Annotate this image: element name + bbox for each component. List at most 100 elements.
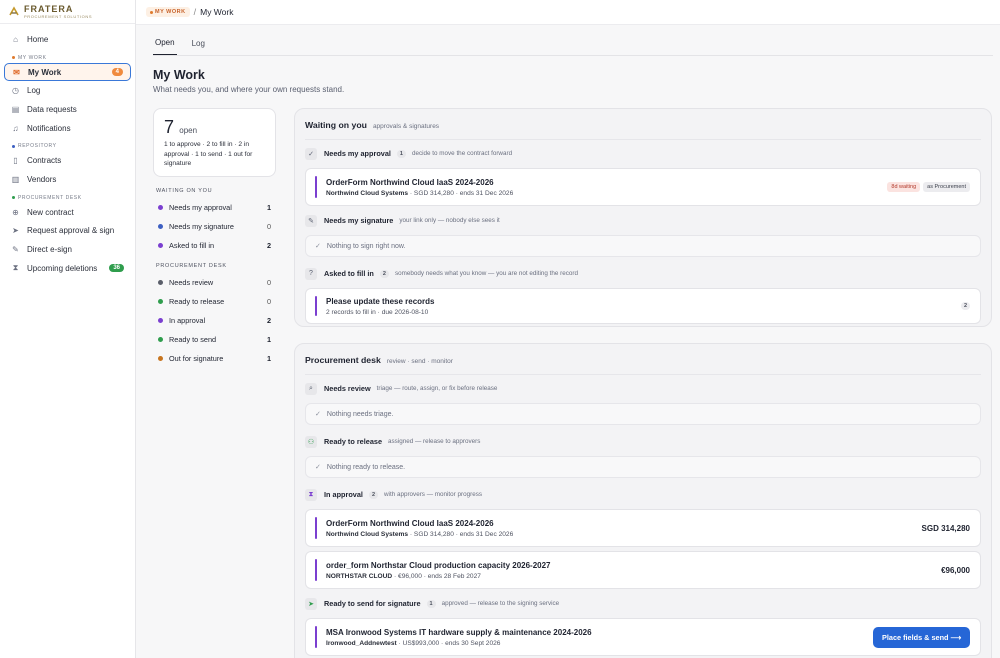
clipboard-icon: ▤ xyxy=(11,104,20,114)
tab-bar: Open Log xyxy=(153,25,993,56)
group-needs-signature[interactable]: ✎ Needs my signature your link only — no… xyxy=(305,210,981,231)
page-title: My Work xyxy=(153,68,205,82)
count-row[interactable]: Needs my signature 0 xyxy=(153,217,276,236)
search-icon: ⌕ xyxy=(305,382,317,395)
sidebar-item-label: Contracts xyxy=(27,156,62,166)
sidebar-item-label: Home xyxy=(27,34,49,44)
place-fields-send-button[interactable]: Place fields & send ⟶ xyxy=(873,626,970,648)
count-row[interactable]: Ready to send 1 xyxy=(153,330,276,349)
section-label: MY WORK xyxy=(18,54,47,61)
empty-text: Nothing ready to release. xyxy=(326,463,406,471)
sidebar-item-upcoming-deletions[interactable]: ⧗ Upcoming deletions 36 xyxy=(4,259,131,278)
status-dot xyxy=(158,318,163,323)
empty-text: Nothing to sign right now. xyxy=(326,242,406,250)
panel-hint: approvals & signatures xyxy=(372,123,440,130)
desk-counts-title: PROCUREMENT DESK xyxy=(156,263,227,269)
count-row[interactable]: Asked to fill in 2 xyxy=(153,236,276,255)
item-title: OrderForm Northwind Cloud IaaS 2024-2026 xyxy=(326,518,494,528)
check-icon: ✓ xyxy=(305,147,317,160)
count-row[interactable]: In approval 2 xyxy=(153,311,276,330)
tab-open[interactable]: Open xyxy=(153,38,177,55)
my-work-count-badge: 4 xyxy=(111,68,123,77)
brand-logo[interactable]: FRATERA PROCUREMENT SOLUTIONS xyxy=(0,0,135,24)
sidebar-item-my-work[interactable]: ✉ My Work 4 xyxy=(4,62,131,82)
list-item[interactable]: OrderForm Northwind Cloud IaaS 2024-2026… xyxy=(305,168,981,206)
breadcrumb-current: My Work xyxy=(200,7,234,17)
group-count-badge: 2 xyxy=(368,490,378,499)
status-bar xyxy=(315,517,317,539)
group-ready-to-send[interactable]: ➤ Ready to send for signature 1 approved… xyxy=(305,593,981,614)
main-content: Open Log My Work What needs you, and whe… xyxy=(153,25,993,94)
group-description: triage — route, assign, or fix before re… xyxy=(376,385,498,392)
sidebar-item-label: New contract xyxy=(27,207,74,217)
count-label: Ready to release xyxy=(169,297,225,306)
summary-breakdown: 1 to approve · 2 to fill in · 2 in appro… xyxy=(164,141,253,167)
item-title: order_form Northstar Cloud production ca… xyxy=(326,560,551,570)
waiting-panel: Waiting on you approvals & signatures ✓ … xyxy=(294,108,992,327)
group-ready-to-release[interactable]: ⚇ Ready to release assigned — release to… xyxy=(305,431,981,452)
list-item[interactable]: OrderForm Northwind Cloud IaaS 2024-2026… xyxy=(305,509,981,547)
sidebar-item-vendors[interactable]: ▥ Vendors xyxy=(4,170,131,189)
sidebar-item-notifications[interactable]: ♫ Notifications xyxy=(4,119,131,138)
count-row[interactable]: Out for signature 1 xyxy=(153,349,276,368)
item-meta: · €96,000 · ends 28 Feb 2027 xyxy=(392,572,481,580)
count-label: Out for signature xyxy=(169,354,224,363)
count-value: 1 xyxy=(266,203,271,212)
status-dot xyxy=(158,356,163,361)
count-value: 2 xyxy=(266,316,271,325)
count-row[interactable]: Needs review 0 xyxy=(153,273,276,292)
desk-panel: Procurement desk review · send · monitor… xyxy=(294,343,992,658)
sidebar-item-direct-esign[interactable]: ✎ Direct e-sign xyxy=(4,240,131,259)
item-meta: 2 records to fill in · due 2026-08-10 xyxy=(326,308,429,316)
count-label: In approval xyxy=(169,316,206,325)
count-row[interactable]: Ready to release 0 xyxy=(153,292,276,311)
send-icon: ➤ xyxy=(305,597,317,610)
sidebar-item-label: Upcoming deletions xyxy=(27,263,98,273)
item-meta: · SGD 314,280 · ends 31 Dec 2026 xyxy=(408,530,514,538)
item-vendor: Ironwood_Addnewtest xyxy=(326,639,397,647)
sidebar-item-home[interactable]: ⌂ Home xyxy=(4,30,131,49)
count-label: Ready to send xyxy=(169,335,217,344)
item-vendor: Northwind Cloud Systems xyxy=(326,189,409,197)
inbox-icon: ✉ xyxy=(13,67,20,77)
count-value: 1 xyxy=(266,354,271,363)
list-item[interactable]: order_form Northstar Cloud production ca… xyxy=(305,551,981,589)
group-label: Needs review xyxy=(324,384,371,393)
status-bar xyxy=(315,626,317,648)
status-dot xyxy=(158,299,163,304)
sidebar-item-request-approval[interactable]: ➤ Request approval & sign xyxy=(4,222,131,241)
count-value: 0 xyxy=(266,297,271,306)
item-amount: €96,000 xyxy=(941,565,970,575)
deletions-count-badge: 36 xyxy=(109,264,124,273)
page-subtitle: What needs you, and where your own reque… xyxy=(153,85,345,94)
group-in-approval[interactable]: ⧗ In approval 2 with approvers — monitor… xyxy=(305,484,981,505)
sidebar-item-label: Log xyxy=(27,86,41,96)
list-item[interactable]: Please update these records 2 records to… xyxy=(305,288,981,324)
item-vendor: Northwind Cloud Systems xyxy=(326,530,409,538)
status-dot xyxy=(158,243,163,248)
sidebar-item-contracts[interactable]: ▯ Contracts xyxy=(4,151,131,170)
breadcrumb-chip[interactable]: MY WORK xyxy=(146,7,190,17)
group-needs-review[interactable]: ⌕ Needs review triage — route, assign, o… xyxy=(305,378,981,399)
count-value: 2 xyxy=(266,241,271,250)
list-item[interactable]: MSA Ironwood Systems IT hardware supply … xyxy=(305,618,981,656)
status-dot xyxy=(158,280,163,285)
section-dot xyxy=(12,56,15,60)
check-icon: ✓ xyxy=(315,411,321,418)
sidebar-item-data-requests[interactable]: ▤ Data requests xyxy=(4,100,131,119)
home-icon: ⌂ xyxy=(13,34,18,44)
tab-log[interactable]: Log xyxy=(190,39,207,55)
status-dot xyxy=(158,337,163,342)
sidebar-item-log[interactable]: ◷ Log xyxy=(4,81,131,100)
item-vendor: NORTHSTAR CLOUD xyxy=(326,572,393,580)
empty-state: ✓ Nothing needs triage. xyxy=(305,403,981,425)
group-asked-to-fill[interactable]: ? Asked to fill in 2 somebody needs what… xyxy=(305,263,981,284)
sidebar-item-new-contract[interactable]: ⊕ New contract xyxy=(4,203,131,222)
group-count-badge: 1 xyxy=(426,599,436,608)
brand-name: FRATERA xyxy=(24,3,74,14)
count-row[interactable]: Needs my approval 1 xyxy=(153,198,276,217)
item-amount: SGD 314,280 xyxy=(921,523,970,533)
group-needs-approval[interactable]: ✓ Needs my approval 1 decide to move the… xyxy=(305,143,981,164)
item-title: MSA Ironwood Systems IT hardware supply … xyxy=(326,627,592,637)
item-meta: · US$993,000 · ends 30 Sept 2026 xyxy=(396,639,501,647)
